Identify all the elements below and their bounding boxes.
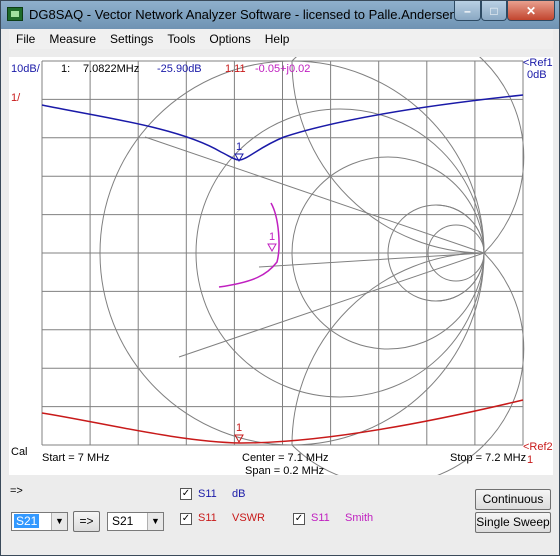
copy-trace-button[interactable]: => <box>73 511 100 532</box>
trace-smith-s11 <box>218 202 280 288</box>
close-button[interactable]: ✕ <box>507 1 555 21</box>
menu-settings[interactable]: Settings <box>103 32 160 46</box>
arrow-label: => <box>10 485 23 497</box>
marker-1-smith-label: 1 <box>269 231 276 243</box>
stop-frequency: Stop = 7.2 MHz <box>450 452 527 464</box>
plot-canvas <box>41 57 525 475</box>
trace-2-param: S11 <box>198 512 217 524</box>
trace-1-param: S11 <box>198 488 217 500</box>
ref1-label: <Ref1 <box>523 57 553 69</box>
menu-help[interactable]: Help <box>258 32 297 46</box>
marker-1-db-label: 1 <box>236 141 243 153</box>
menu-measure[interactable]: Measure <box>42 32 103 46</box>
trace-3-format: Smith <box>345 512 374 524</box>
chevron-down-icon[interactable]: ▼ <box>51 513 67 530</box>
ref2-label: <Ref2 <box>523 441 553 453</box>
s-param-select-2[interactable]: S21 ▼ <box>107 512 164 531</box>
marker-smith-value: -0.05+j0.02 <box>255 63 311 75</box>
smith-angle-line <box>144 136 485 254</box>
menu-tools[interactable]: Tools <box>160 32 202 46</box>
smith-x-arc <box>435 204 485 254</box>
chevron-down-icon[interactable]: ▼ <box>147 513 163 530</box>
smith-angle-line <box>178 252 485 358</box>
plot-area[interactable]: 10dB/ 1/ 1: 7.0822MHz -25.90dB 1.11 -0.0… <box>9 57 553 477</box>
cal-label: Cal <box>11 446 28 458</box>
trace-3-param: S11 <box>311 512 330 524</box>
start-frequency: Start = 7 MHz <box>42 452 110 464</box>
vswr-scale-label: 1/ <box>11 92 21 104</box>
s-param-select-2-value: S21 <box>112 514 134 528</box>
smith-x-arc <box>291 57 525 254</box>
marker-1-smith <box>267 243 277 253</box>
minimize-button[interactable]: – <box>454 1 481 21</box>
trace-3-checkbox[interactable]: ✓ <box>293 513 305 525</box>
app-window: DG8SAQ - Vector Network Analyzer Softwar… <box>0 0 560 556</box>
db-scale-label: 10dB/ <box>11 63 40 75</box>
span-frequency: Span = 0.2 MHz <box>245 465 325 477</box>
marker-db-value: -25.90dB <box>157 63 202 75</box>
marker-frequency: 7.0822MHz <box>83 63 140 75</box>
menu-file[interactable]: File <box>9 32 42 46</box>
center-frequency: Center = 7.1 MHz <box>242 452 329 464</box>
marker-1-vswr-label: 1 <box>236 422 243 434</box>
title-bar[interactable]: DG8SAQ - Vector Network Analyzer Softwar… <box>1 1 559 29</box>
s-param-select-1-value: S21 <box>14 514 40 528</box>
trace-1-format: dB <box>232 488 246 500</box>
trace-1-checkbox[interactable]: ✓ <box>180 488 192 500</box>
marker-vswr-value: 1.11 <box>225 63 246 75</box>
trace-2-format: VSWR <box>232 512 265 524</box>
marker-number: 1: <box>61 63 71 75</box>
window-title: DG8SAQ - Vector Network Analyzer Softwar… <box>29 7 457 22</box>
app-icon[interactable] <box>7 7 23 21</box>
menu-bar: File Measure Settings Tools Options Help <box>9 29 553 49</box>
maximize-button[interactable]: □ <box>481 1 507 21</box>
s-param-select-1[interactable]: S21 ▼ <box>11 512 68 531</box>
ref1-value: 0dB <box>527 69 547 81</box>
smith-chart-grid <box>99 57 525 475</box>
menu-options[interactable]: Options <box>202 32 257 46</box>
ref2-value: 1 <box>527 454 534 466</box>
smith-x-arc <box>435 252 485 302</box>
control-panel: => S21 ▼ => S21 ▼ ✓ S11 dB ✓ S11 VSWR ✓ … <box>9 481 553 537</box>
trace-2-checkbox[interactable]: ✓ <box>180 513 192 525</box>
continuous-button[interactable]: Continuous <box>475 489 551 510</box>
single-sweep-button[interactable]: Single Sweep <box>475 512 551 533</box>
